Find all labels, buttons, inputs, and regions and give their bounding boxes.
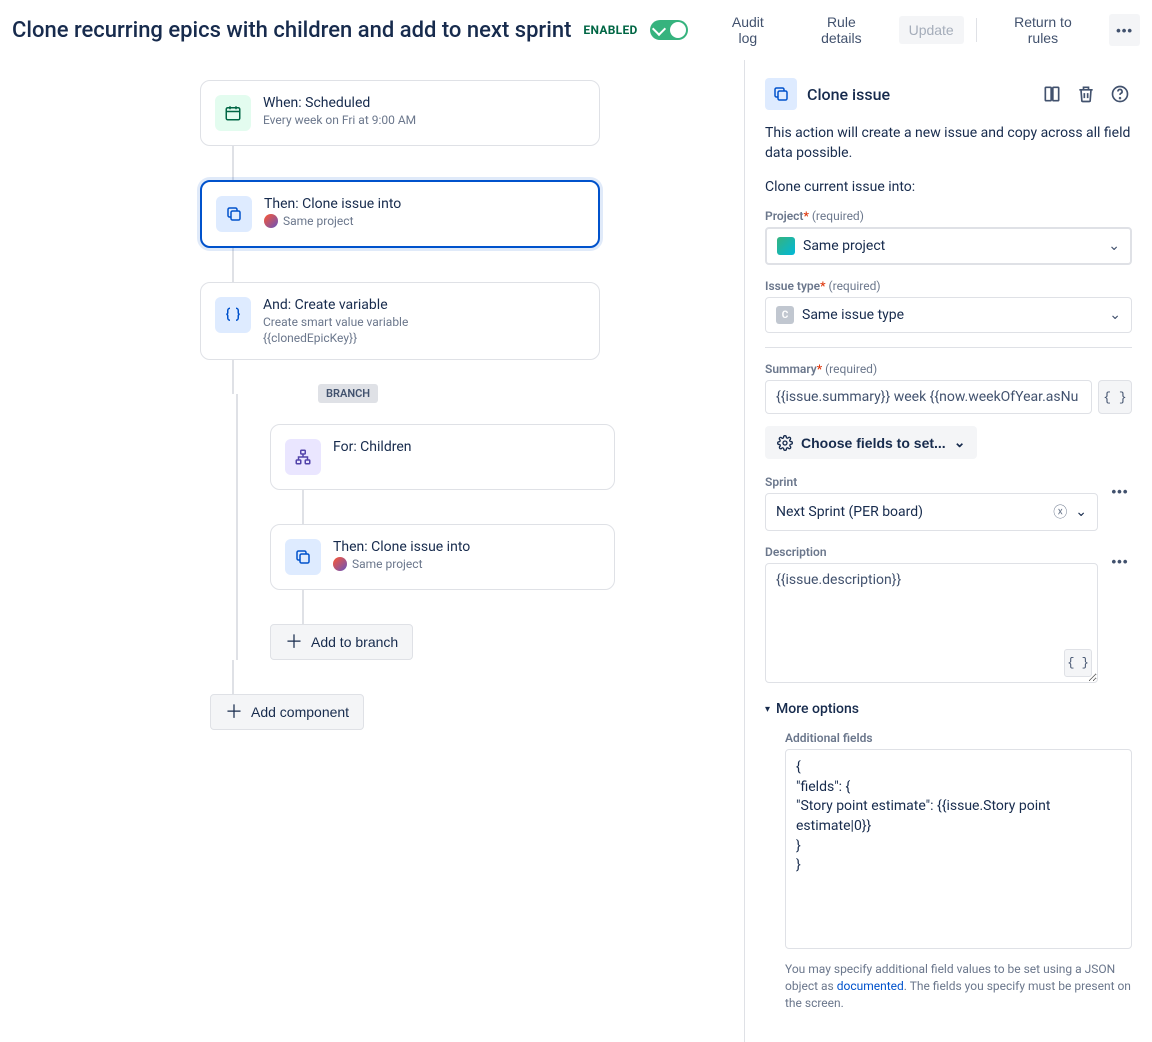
issuetype-label: Issue type* (required) (765, 279, 1132, 293)
issuetype-select[interactable]: C Same issue type ⌄ (765, 297, 1132, 333)
calendar-icon (215, 95, 251, 131)
chevron-down-icon: ⌄ (1109, 307, 1121, 323)
panel-description: This action will create a new issue and … (765, 124, 1132, 163)
update-button: Update (899, 16, 964, 44)
branch-action-sub: Same project (333, 557, 470, 571)
connector (232, 248, 234, 282)
clone-icon (216, 196, 252, 232)
connector (302, 590, 304, 624)
field-more-button[interactable]: ••• (1108, 479, 1132, 503)
additional-fields-textarea[interactable] (785, 749, 1132, 949)
clone-action-node[interactable]: Then: Clone issue into Same project (200, 180, 600, 248)
connector (232, 146, 234, 180)
branch-label: BRANCH (318, 384, 378, 403)
chevron-down-icon: ⌄ (1075, 504, 1087, 520)
trigger-sub: Every week on Fri at 9:00 AM (263, 113, 416, 127)
chevron-down-icon: ⌄ (1108, 238, 1120, 254)
clone-icon (765, 78, 797, 110)
separator (976, 18, 977, 42)
project-label: Project* (required) (765, 209, 1132, 223)
branch-action-title: Then: Clone issue into (333, 539, 470, 555)
chevron-down-icon: ⌄ (954, 434, 966, 451)
enabled-toggle[interactable] (650, 20, 688, 40)
project-value: Same project (803, 238, 885, 254)
panel-title: Clone issue (807, 85, 1030, 104)
description-textarea[interactable] (765, 563, 1098, 683)
smart-value-button[interactable]: { } (1064, 649, 1092, 677)
trigger-node[interactable]: When: Scheduled Every week on Fri at 9:0… (200, 80, 600, 146)
plus-icon: ＋ (225, 703, 243, 721)
action2-sub2: {{clonedEpicKey}} (263, 331, 408, 345)
enabled-label: ENABLED (583, 23, 637, 37)
chevron-down-icon: ▾ (765, 704, 770, 715)
connector (232, 660, 234, 694)
documented-link[interactable]: documented (837, 979, 904, 993)
clone-icon (285, 539, 321, 575)
panel-subhead: Clone current issue into: (765, 179, 1132, 195)
additional-fields-label: Additional fields (785, 731, 1132, 745)
return-to-rules-button[interactable]: Return to rules (989, 8, 1097, 52)
action1-title: Then: Clone issue into (264, 196, 401, 212)
help-icon[interactable] (1108, 82, 1132, 106)
plus-icon: ＋ (285, 633, 303, 651)
summary-input[interactable] (765, 380, 1092, 414)
choose-fields-button[interactable]: Choose fields to set... ⌄ (765, 426, 977, 459)
field-more-button[interactable]: ••• (1108, 549, 1132, 573)
project-avatar-icon (333, 557, 347, 571)
project-avatar-icon (777, 237, 795, 255)
sprint-select[interactable]: Next Sprint (PER board) ⓧ ⌄ (765, 493, 1098, 531)
issuetype-value: Same issue type (802, 307, 904, 323)
action2-sub: Create smart value variable (263, 315, 408, 329)
project-avatar-icon (264, 214, 278, 228)
description-label: Description (765, 545, 1098, 559)
audit-log-button[interactable]: Audit log (712, 8, 785, 52)
branch-action-node[interactable]: Then: Clone issue into Same project (270, 524, 615, 590)
more-actions-button[interactable]: ••• (1109, 14, 1140, 46)
hierarchy-icon (285, 439, 321, 475)
variable-action-node[interactable]: And: Create variable Create smart value … (200, 282, 600, 360)
connector (232, 360, 234, 394)
issuetype-icon: C (776, 306, 794, 324)
braces-icon (215, 297, 251, 333)
project-select[interactable]: Same project ⌄ (765, 227, 1132, 265)
branch-for-node[interactable]: For: Children (270, 424, 615, 490)
add-component-button[interactable]: ＋ Add component (210, 694, 364, 730)
helper-text: You may specify additional field values … (785, 961, 1132, 1011)
action2-title: And: Create variable (263, 297, 408, 313)
connector (302, 490, 304, 524)
clear-icon[interactable]: ⓧ (1053, 502, 1067, 522)
summary-label: Summary* (required) (765, 362, 1132, 376)
rule-details-button[interactable]: Rule details (796, 8, 886, 52)
duplicate-icon[interactable] (1040, 82, 1064, 106)
page-title: Clone recurring epics with children and … (12, 18, 571, 43)
trigger-title: When: Scheduled (263, 95, 416, 111)
add-to-branch-button[interactable]: ＋ Add to branch (270, 624, 413, 660)
more-options-toggle[interactable]: ▾ More options (765, 701, 1132, 717)
divider (765, 347, 1132, 348)
sprint-label: Sprint (765, 475, 1098, 489)
smart-value-button[interactable]: { } (1098, 380, 1132, 414)
action1-sub: Same project (264, 214, 401, 228)
sprint-value: Next Sprint (PER board) (776, 504, 923, 520)
gear-icon (777, 435, 793, 451)
delete-icon[interactable] (1074, 82, 1098, 106)
branch-for-title: For: Children (333, 439, 411, 455)
